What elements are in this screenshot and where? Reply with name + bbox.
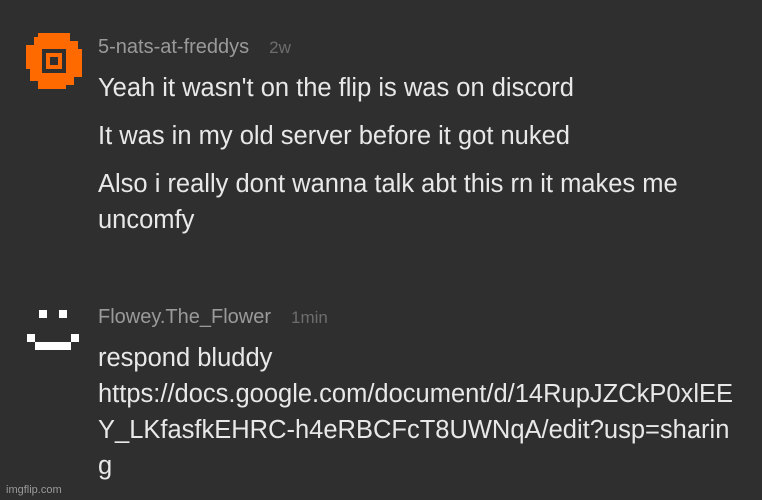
watermark: imgflip.com <box>6 484 62 496</box>
comment-paragraph: Yeah it wasn't on the flip is was on dis… <box>98 74 574 102</box>
username[interactable]: Flowey.The_Flower <box>98 306 271 329</box>
comment: 5-nats-at-freddys 2w Yeah it wasn't on t… <box>0 0 762 280</box>
comment-body: respond bluddy https://docs.google.com/d… <box>98 340 738 484</box>
comment-body: Yeah it wasn't on the flip is was on dis… <box>98 70 738 238</box>
timestamp: 1min <box>291 308 328 327</box>
timestamp: 2w <box>269 38 291 57</box>
comment: Flowey.The_Flower 1min respond bluddy ht… <box>0 280 762 500</box>
user-avatar[interactable] <box>27 306 79 358</box>
pixel-face-icon <box>27 310 79 350</box>
comment-paragraph: respond bluddy <box>98 344 273 372</box>
user-avatar[interactable] <box>26 33 82 89</box>
shared-link[interactable]: https://docs.google.com/document/d/14Rup… <box>98 376 738 484</box>
orange-pixel-square-icon <box>26 33 82 89</box>
comment-paragraph: Also i really dont wanna talk abt this r… <box>98 170 678 234</box>
comment-paragraph: It was in my old server before it got nu… <box>98 122 570 150</box>
username[interactable]: 5-nats-at-freddys <box>98 36 249 59</box>
